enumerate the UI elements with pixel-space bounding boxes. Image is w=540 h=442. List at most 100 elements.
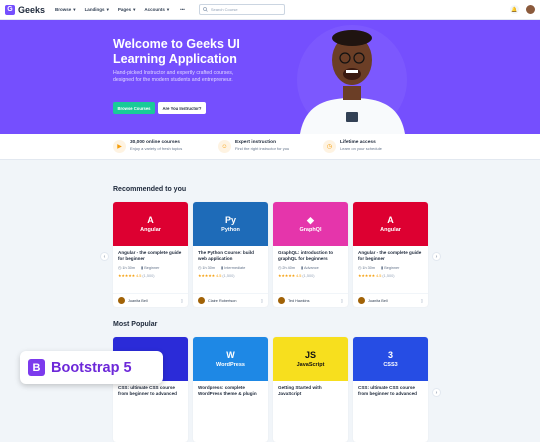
rating-count: (1,500) [222,274,235,278]
section-title-popular: Most Popular [113,321,158,328]
course-logo-icon: W [226,350,235,360]
course-thumbnail[interactable]: A Angular [353,202,428,246]
feature-item: ◷ Lifetime access Learn on your schedule [323,140,382,153]
course-title[interactable]: Wordpress: complete WordPress theme & pl… [198,385,263,397]
course-thumbnail[interactable]: A Angular [113,202,188,246]
feature-title: 30,000 online courses [130,140,180,145]
browse-courses-button[interactable]: Browse Courses [113,102,155,114]
more-menu-button[interactable]: ••• [180,7,185,13]
course-card[interactable]: W WordPress Wordpress: complete WordPress … [193,337,268,442]
rating-value: 4.5 [136,274,142,278]
course-title[interactable]: Angular - the complete guide for beginne… [358,250,423,262]
feature-item: ☺ Expert instruction Find the right instr… [218,140,289,153]
course-card[interactable]: ◆ GraphQl GraphQL: introduction to graphQL… [273,202,348,307]
course-thumbnail[interactable]: Py Python [193,202,268,246]
features-bar: ▶ 30,000 online courses Enjoy a variety o… [0,134,540,160]
author-name[interactable]: Ted Hawkins [288,299,338,303]
logo-text[interactable]: Geeks [18,5,45,15]
notification-bell-icon[interactable]: 🔔 [510,5,519,14]
author-avatar [358,297,365,304]
search-icon [203,7,208,12]
menu-accounts-label: Accounts [144,7,165,12]
author-name[interactable]: Claire Robertson [208,299,258,303]
course-logo-name: GraphQl [299,227,322,233]
top-navbar: G Geeks Browse ▾ Landings ▾ Pages ▾ Account… [0,0,540,20]
level-label: ▮ Beginner [381,266,400,270]
course-logo-icon: 3 [387,350,393,360]
menu-landings[interactable]: Landings ▾ [85,7,109,13]
duration-label: ◷ 1h 30m [358,266,376,270]
course-title[interactable]: The Python Course: build web application [198,250,263,262]
course-card[interactable]: 3 CSS3 CSS: ultimate CSS course from begin… [353,337,428,442]
feature-title: Expert instruction [235,140,277,145]
course-title[interactable]: Getting Started with JavaScript [278,385,343,397]
course-logo-name: Angular [140,227,161,233]
course-title[interactable]: CSS: ultimate CSS course from beginner t… [118,385,183,397]
level-value: Beginner [384,266,400,270]
duration-value: 1h 30m [122,266,136,270]
carousel-next-button[interactable]: › [432,252,441,261]
rating: ★★★★★ 4.5 (1,500) [278,274,315,278]
feature-title: Lifetime access [340,140,376,145]
search-input[interactable]: Search Course [198,4,285,15]
rating: ★★★★★ 4.5 (1,500) [118,274,155,278]
menu-browse[interactable]: Browse ▾ [55,7,76,13]
video-icon: ▶ [113,140,126,153]
duration-value: 1h 30m [362,266,376,270]
menu-browse-label: Browse [55,7,72,12]
logo-icon[interactable]: G [5,4,15,15]
course-logo-name: Angular [380,227,401,233]
author-name[interactable]: Juanita Bell [368,299,418,303]
duration-label: ◷ 1h 30m [118,266,136,270]
course-title[interactable]: GraphQL: introduction to graphQL for beg… [278,250,343,262]
rating: ★★★★★ 4.5 (1,500) [358,274,395,278]
course-thumbnail[interactable]: W WordPress [193,337,268,381]
carousel-prev-button[interactable]: ‹ [100,252,109,261]
course-thumbnail[interactable]: JS JavaScript [273,337,348,381]
chevron-down-icon: ▾ [106,6,109,12]
course-logo-icon: A [387,215,394,225]
bookmark-icon[interactable]: ▯ [341,298,343,303]
course-card[interactable]: A Angular Angular - the complete guide for… [353,202,428,307]
bookmark-icon[interactable]: ▯ [421,298,423,303]
level-label: ▮ Advance [301,266,319,270]
course-card[interactable]: A Angular Angular - the complete guide for… [113,202,188,307]
level-value: Beginner [144,266,160,270]
course-logo-icon: JS [304,350,316,360]
search-placeholder: Search Course [210,7,238,12]
are-you-instructor-button[interactable]: Are You Instructor? [158,102,206,114]
course-thumbnail[interactable]: ◆ GraphQl [273,202,348,246]
author-avatar [278,297,285,304]
carousel-next-button[interactable]: › [432,388,441,397]
menu-accounts[interactable]: Accounts ▾ [144,7,169,13]
course-logo-name: WordPress [216,362,245,368]
author-name[interactable]: Juanita Bell [128,299,178,303]
course-card[interactable]: Py Python The Python Course: build web app… [193,202,268,307]
feature-desc: Find the right instructor for you [235,146,290,151]
hero-section: Welcome to Geeks UI Learning Application… [0,20,540,134]
level-label: ▮ Beginner [141,266,160,270]
course-title[interactable]: CSS: ultimate CSS course from beginner t… [358,385,423,397]
course-logo-icon: ◆ [307,215,314,225]
duration-value: 2h 40m [282,266,296,270]
menu-pages-label: Pages [117,7,132,12]
feature-item: ▶ 30,000 online courses Enjoy a variety o… [113,140,182,153]
duration-label: ◷ 1h 30m [198,266,216,270]
bookmark-icon[interactable]: ▯ [181,298,183,303]
course-title[interactable]: Angular - the complete guide for beginne… [118,250,183,262]
user-avatar[interactable] [525,4,536,15]
chevron-down-icon: ▾ [166,6,170,12]
bookmark-icon[interactable]: ▯ [261,298,263,303]
course-logo-name: CSS3 [383,362,398,368]
course-thumbnail[interactable]: 3 CSS3 [353,337,428,381]
course-logo-icon: A [147,215,154,225]
feature-desc: Enjoy a variety of fresh topics [130,146,183,151]
level-value: Intermediate [224,266,246,270]
feature-desc: Learn on your schedule [340,146,382,151]
chevron-down-icon: ▾ [73,6,76,12]
rating-value: 4.5 [376,274,382,278]
menu-pages[interactable]: Pages ▾ [118,7,136,13]
user-icon: ☺ [218,140,231,153]
hero-illustration [280,20,425,134]
course-card[interactable]: JS JavaScript Getting Started with JavaScr… [273,337,348,442]
